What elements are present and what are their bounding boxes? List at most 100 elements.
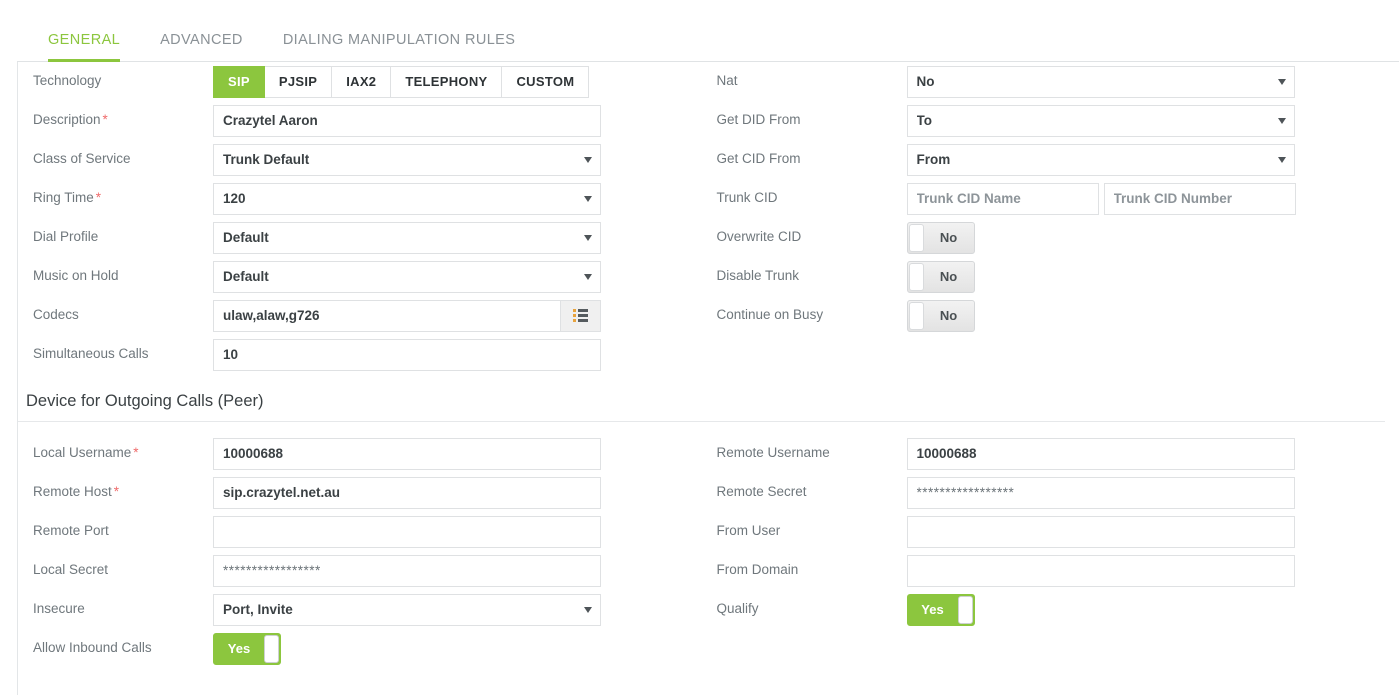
- required-marker: *: [113, 484, 120, 500]
- required-marker: *: [95, 190, 102, 206]
- label-from-domain: From Domain: [716, 562, 799, 578]
- label-remote-secret: Remote Secret: [716, 484, 807, 500]
- label-continue-on-busy: Continue on Busy: [716, 307, 824, 323]
- field-qualify: Qualify Yes: [709, 590, 1399, 629]
- field-technology: Technology SIP PJSIP IAX2 TELEPHONY CUST…: [33, 62, 709, 101]
- required-marker: *: [133, 445, 139, 461]
- label-technology: Technology: [33, 73, 102, 89]
- simultaneous-calls-input[interactable]: [213, 338, 601, 371]
- dial-profile-select[interactable]: Default: [213, 221, 601, 254]
- field-class-of-service: Class of Service Trunk Default: [33, 140, 709, 179]
- codecs-picker-button[interactable]: [560, 299, 601, 332]
- label-remote-port: Remote Port: [33, 523, 109, 539]
- label-allow-inbound-calls: Allow Inbound Calls: [33, 640, 152, 656]
- label-trunk-cid: Trunk CID: [716, 190, 778, 206]
- toggle-knob: [957, 595, 973, 624]
- field-ring-time: Ring Time * 120: [33, 179, 709, 218]
- label-get-did-from: Get DID From: [716, 112, 801, 128]
- field-remote-port: Remote Port: [33, 512, 709, 551]
- description-input[interactable]: [213, 104, 601, 137]
- get-did-from-select[interactable]: To: [906, 104, 1295, 137]
- form-panel: Technology SIP PJSIP IAX2 TELEPHONY CUST…: [17, 62, 1399, 695]
- field-remote-host: Remote Host *: [33, 473, 709, 512]
- tab-dialing-manipulation-rules[interactable]: DIALING MANIPULATION RULES: [266, 32, 533, 61]
- label-get-cid-from: Get CID From: [716, 151, 801, 167]
- overwrite-cid-toggle[interactable]: No: [906, 221, 975, 254]
- label-qualify: Qualify: [716, 601, 759, 617]
- from-domain-input[interactable]: [906, 554, 1295, 587]
- technology-option-iax2[interactable]: IAX2: [332, 65, 392, 98]
- section-heading-wrap: Device for Outgoing Calls (Peer): [18, 392, 1399, 422]
- peer-columns: Local Username* Remote Host* Remote Port: [18, 422, 1399, 668]
- label-simultaneous-calls: Simultaneous Calls: [33, 346, 149, 362]
- toggle-label: Yes: [227, 641, 251, 656]
- toggle-knob: [908, 223, 924, 252]
- tab-general[interactable]: GENERAL: [31, 32, 137, 62]
- get-cid-from-select[interactable]: From: [906, 143, 1295, 176]
- field-description: Description *: [33, 101, 709, 140]
- remote-port-input[interactable]: [213, 515, 601, 548]
- section-title-device-outgoing: Device for Outgoing Calls (Peer): [18, 392, 1385, 422]
- toggle-knob: [264, 634, 279, 663]
- field-local-username: Local Username *: [33, 434, 709, 473]
- codecs-input[interactable]: [213, 299, 560, 332]
- label-class-of-service: Class of Service: [33, 151, 131, 167]
- disable-trunk-toggle[interactable]: No: [906, 260, 975, 293]
- toggle-knob: [908, 262, 924, 291]
- technology-button-group: SIP PJSIP IAX2 TELEPHONY CUSTOM: [213, 65, 590, 98]
- codecs-input-group: [213, 299, 601, 332]
- local-secret-input[interactable]: [213, 554, 601, 587]
- remote-username-input[interactable]: [906, 437, 1295, 470]
- toggle-label: No: [939, 308, 958, 323]
- insecure-select[interactable]: Port, Invite: [213, 593, 601, 626]
- label-nat: Nat: [716, 73, 738, 89]
- trunk-cid-number-input[interactable]: [1103, 182, 1296, 215]
- right-column: Nat No Get DID From To Get CID From From…: [709, 62, 1399, 374]
- label-remote-host: Remote Host *: [33, 484, 120, 500]
- field-nat: Nat No: [709, 62, 1399, 101]
- left-column: Technology SIP PJSIP IAX2 TELEPHONY CUST…: [18, 62, 709, 374]
- label-description: Description *: [33, 112, 108, 128]
- nat-select[interactable]: No: [906, 65, 1295, 98]
- music-on-hold-select[interactable]: Default: [213, 260, 601, 293]
- remote-secret-input[interactable]: [906, 476, 1295, 509]
- label-insecure: Insecure: [33, 601, 85, 617]
- trunk-settings-page: GENERAL ADVANCED DIALING MANIPULATION RU…: [0, 0, 1399, 695]
- local-username-input[interactable]: [213, 437, 601, 470]
- technology-option-telephony[interactable]: TELEPHONY: [391, 65, 503, 98]
- field-disable-trunk: Disable Trunk No: [709, 257, 1399, 296]
- field-overwrite-cid: Overwrite CID No: [709, 218, 1399, 257]
- technology-option-pjsip[interactable]: PJSIP: [264, 65, 333, 98]
- class-of-service-select[interactable]: Trunk Default: [213, 143, 601, 176]
- field-remote-username: Remote Username: [709, 434, 1399, 473]
- technology-option-custom[interactable]: CUSTOM: [502, 65, 590, 98]
- from-user-input[interactable]: [906, 515, 1295, 548]
- label-overwrite-cid: Overwrite CID: [716, 229, 802, 245]
- remote-host-input[interactable]: [213, 476, 601, 509]
- field-from-user: From User: [709, 512, 1399, 551]
- label-disable-trunk: Disable Trunk: [716, 268, 800, 284]
- field-get-cid-from: Get CID From From: [709, 140, 1399, 179]
- qualify-toggle[interactable]: Yes: [906, 593, 975, 626]
- label-remote-username: Remote Username: [716, 445, 830, 461]
- ring-time-select[interactable]: 120: [213, 182, 601, 215]
- field-music-on-hold: Music on Hold Default: [33, 257, 709, 296]
- field-local-secret: Local Secret: [33, 551, 709, 590]
- toggle-knob: [908, 301, 924, 330]
- toggle-label: No: [939, 269, 958, 284]
- technology-option-sip[interactable]: SIP: [213, 65, 265, 98]
- list-icon: [573, 309, 588, 322]
- trunk-cid-name-input[interactable]: [906, 182, 1099, 215]
- field-continue-on-busy: Continue on Busy No: [709, 296, 1399, 335]
- continue-on-busy-toggle[interactable]: No: [906, 299, 975, 332]
- label-music-on-hold: Music on Hold: [33, 268, 119, 284]
- label-codecs: Codecs: [33, 307, 79, 323]
- field-dial-profile: Dial Profile Default: [33, 218, 709, 257]
- label-dial-profile: Dial Profile: [33, 229, 99, 245]
- allow-inbound-calls-toggle[interactable]: Yes: [213, 632, 281, 665]
- tab-advanced[interactable]: ADVANCED: [143, 32, 260, 61]
- top-columns: Technology SIP PJSIP IAX2 TELEPHONY CUST…: [18, 62, 1399, 374]
- field-insecure: Insecure Port, Invite: [33, 590, 709, 629]
- label-from-user: From User: [716, 523, 781, 539]
- tab-bar: GENERAL ADVANCED DIALING MANIPULATION RU…: [17, 6, 1399, 62]
